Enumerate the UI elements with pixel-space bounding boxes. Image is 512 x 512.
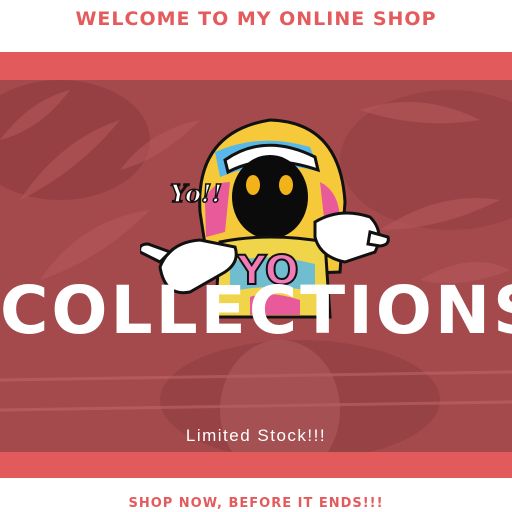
sticker-speech-text: Yo!! [170,179,222,208]
collections-banner[interactable]: YO Yo!! COLLECTIONS Limited Stock!!! [0,52,512,478]
collections-title: COLLECTIONS [0,272,512,349]
shop-now-link[interactable]: SHOP NOW, BEFORE IT ENDS!!! [0,496,512,511]
limited-stock-label: Limited Stock!!! [185,426,327,445]
welcome-heading: WELCOME TO MY ONLINE SHOP [75,8,437,30]
shop-page: WELCOME TO MY ONLINE SHOP YO Yo!! COLLEC… [0,0,512,512]
